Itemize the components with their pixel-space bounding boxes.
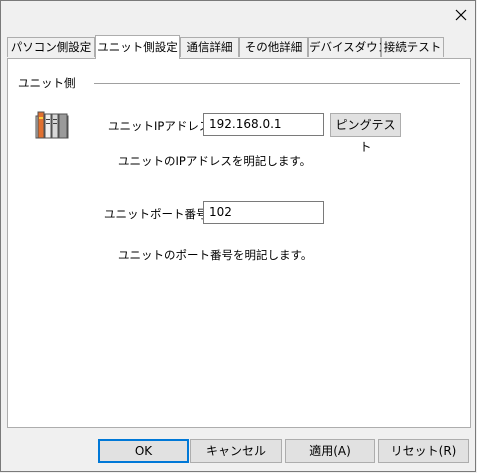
tab-device-down[interactable]: デバイスダウン <box>308 37 389 57</box>
port-number-description: ユニットのポート番号を明記します。 <box>118 248 313 262</box>
apply-button[interactable]: 適用(A) <box>285 439 375 463</box>
plc-unit-icon <box>35 111 69 139</box>
close-button[interactable] <box>445 1 477 29</box>
reset-button[interactable]: リセット(R) <box>378 439 469 463</box>
group-title: ユニット側 <box>18 76 76 90</box>
group-divider <box>94 83 460 84</box>
cancel-button[interactable]: キャンセル <box>190 439 282 463</box>
ip-address-field[interactable]: 192.168.0.1 <box>203 113 324 136</box>
ping-test-button[interactable]: ピングテスト <box>330 113 401 154</box>
port-number-field[interactable]: 102 <box>203 201 324 224</box>
port-number-label: ユニットポート番号： <box>104 207 219 221</box>
tab-communication-details[interactable]: 通信詳細 <box>180 37 239 57</box>
ip-address-description: ユニットのIPアドレスを明記します。 <box>118 154 312 168</box>
close-icon <box>455 9 467 21</box>
tab-other-details[interactable]: その他詳細 <box>239 37 308 57</box>
ok-button[interactable]: OK <box>98 439 189 463</box>
dialog-window: パソコン側設定 ユニット側設定 通信詳細 その他詳細 デバイスダウン 接続テスト… <box>0 0 476 472</box>
tab-connection-test[interactable]: 接続テスト <box>381 37 444 57</box>
tab-unit-settings[interactable]: ユニット側設定 <box>95 35 180 59</box>
tab-panel-unit-settings: ユニット側 ユニットIPアドレス： 192.168.0.1 ピングテスト ユニッ… <box>7 58 471 428</box>
tab-pc-settings[interactable]: パソコン側設定 <box>7 37 95 57</box>
